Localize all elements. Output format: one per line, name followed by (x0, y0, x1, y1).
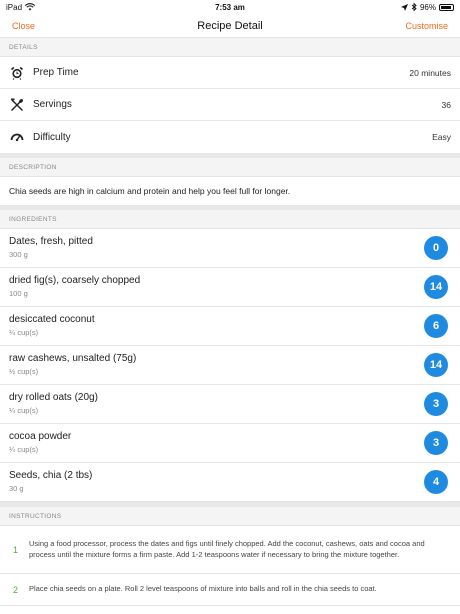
ingredient-count-badge[interactable]: 3 (424, 431, 448, 455)
ingredient-row[interactable]: raw cashews, unsalted (75g) ½ cup(s) 14 (0, 346, 460, 385)
ingredient-row[interactable]: dried fig(s), coarsely chopped 100 g 14 (0, 268, 460, 307)
ingredient-name: desiccated coconut (9, 314, 95, 325)
ingredient-count-badge[interactable]: 0 (424, 236, 448, 260)
ingredient-row[interactable]: cocoa powder ¼ cup(s) 3 (0, 424, 460, 463)
details-section-header: DETAILS (0, 38, 460, 57)
ingredients-list: Dates, fresh, pitted 300 g 0 dried fig(s… (0, 229, 460, 502)
customise-button[interactable]: Customise (405, 21, 448, 31)
page-title: Recipe Detail (197, 19, 263, 32)
ingredient-name: dried fig(s), coarsely chopped (9, 275, 141, 286)
ingredient-quantity: ¼ cup(s) (9, 328, 39, 337)
ingredient-count-badge[interactable]: 3 (424, 392, 448, 416)
ingredient-row[interactable]: desiccated coconut ¼ cup(s) 6 (0, 307, 460, 346)
detail-row-prep-time: Prep Time 20 minutes (0, 57, 460, 89)
description-text: Chia seeds are high in calcium and prote… (9, 186, 291, 196)
ingredient-quantity: ¼ cup(s) (9, 445, 39, 454)
detail-row-difficulty: Difficulty Easy (0, 121, 460, 153)
alarm-clock-icon (9, 65, 25, 81)
ingredient-text: Seeds, chia (2 tbs) 30 g (9, 470, 424, 494)
battery-icon (439, 3, 454, 11)
description-section-header: DESCRIPTION (0, 153, 460, 177)
instruction-step: 2 Place chia seeds on a plate. Roll 2 le… (0, 574, 460, 606)
status-time: 7:53 am (215, 2, 245, 12)
detail-value: 36 (441, 99, 451, 110)
detail-row-servings: Servings 36 (0, 89, 460, 121)
ingredient-quantity: ½ cup(s) (9, 367, 39, 376)
gauge-icon (9, 129, 25, 145)
ingredient-name: cocoa powder (9, 431, 72, 442)
status-right: 96% (400, 2, 454, 12)
ingredient-quantity: 300 g (9, 250, 28, 259)
ingredient-count-badge[interactable]: 4 (424, 470, 448, 494)
wifi-icon (25, 3, 36, 11)
ingredient-count-badge[interactable]: 14 (424, 353, 448, 377)
close-button[interactable]: Close (12, 21, 35, 31)
step-text: Place chia seeds on a plate. Roll 2 leve… (29, 584, 377, 594)
step-number: 1 (13, 544, 19, 555)
ingredient-row[interactable]: Seeds, chia (2 tbs) 30 g 4 (0, 463, 460, 502)
ingredient-count-badge[interactable]: 6 (424, 314, 448, 338)
ingredient-text: dried fig(s), coarsely chopped 100 g (9, 275, 424, 299)
ingredient-quantity: 30 g (9, 484, 24, 493)
detail-label: Difficulty (33, 131, 71, 143)
detail-label: Servings (33, 99, 72, 110)
status-bar: iPad 7:53 am 96% (0, 0, 460, 14)
ingredient-text: cocoa powder ¼ cup(s) (9, 431, 424, 455)
ingredient-row[interactable]: dry rolled oats (20g) ¼ cup(s) 3 (0, 385, 460, 424)
detail-value: Easy (432, 132, 451, 142)
detail-label: Prep Time (33, 67, 79, 78)
device-label: iPad (6, 2, 23, 12)
ingredient-text: dry rolled oats (20g) ¼ cup(s) (9, 392, 424, 416)
ingredient-name: Dates, fresh, pitted (9, 236, 93, 247)
ingredient-count-badge[interactable]: 14 (424, 275, 448, 299)
ingredient-text: raw cashews, unsalted (75g) ½ cup(s) (9, 353, 424, 377)
ingredients-section-header: INGREDIENTS (0, 205, 460, 229)
battery-percent: 96% (419, 2, 436, 12)
ingredient-name: dry rolled oats (20g) (9, 392, 98, 403)
step-number: 2 (13, 584, 19, 595)
navigation-bar: Close Recipe Detail Customise (0, 14, 460, 38)
instruction-step: 1 Using a food processor, process the da… (0, 526, 460, 574)
ingredient-name: Seeds, chia (2 tbs) (9, 470, 93, 481)
location-arrow-icon (400, 3, 408, 11)
ingredient-text: desiccated coconut ¼ cup(s) (9, 314, 424, 338)
instructions-section-header: INSTRUCTIONS (0, 502, 460, 526)
instructions-list: 1 Using a food processor, process the da… (0, 526, 460, 606)
ingredient-text: Dates, fresh, pitted 300 g (9, 236, 424, 260)
bluetooth-icon (411, 3, 417, 11)
ingredient-quantity: 100 g (9, 289, 28, 298)
ingredient-quantity: ¼ cup(s) (9, 406, 39, 415)
status-left: iPad (6, 2, 36, 12)
cutlery-icon (9, 97, 25, 113)
ingredient-row[interactable]: Dates, fresh, pitted 300 g 0 (0, 229, 460, 268)
ingredient-name: raw cashews, unsalted (75g) (9, 353, 137, 364)
detail-value: 20 minutes (409, 67, 451, 78)
step-text: Using a food processor, process the date… (29, 539, 425, 559)
details-list: Prep Time 20 minutes Servings 36 Difficu… (0, 57, 460, 153)
